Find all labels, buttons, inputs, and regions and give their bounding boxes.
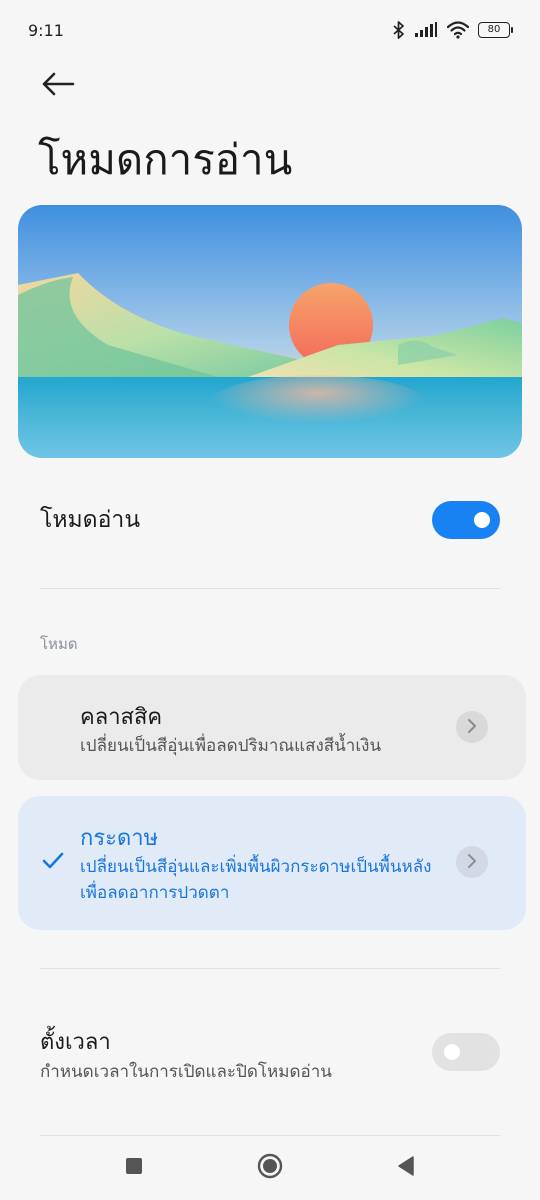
back-arrow-icon [41,72,75,100]
home-circle-icon [257,1153,283,1183]
checkmark-icon [42,852,64,874]
back-button[interactable] [34,66,82,106]
reading-mode-label: โหมดอ่าน [40,507,141,533]
mode-card-title: คลาสสิค [80,705,163,730]
hero-illustration [18,205,522,458]
status-time: 9:11 [28,20,64,40]
home-button[interactable] [250,1148,290,1188]
nav-back-button[interactable] [386,1148,426,1188]
schedule-row[interactable]: ตั้งเวลา กำหนดเวลาในการเปิดและปิดโหมดอ่า… [0,1022,540,1084]
schedule-description: กำหนดเวลาในการเปิดและปิดโหมดอ่าน [40,1062,332,1082]
mode-card-description: เปลี่ยนเป็นสีอุ่นเพื่อลดปริมาณแสงสีน้ำเง… [80,736,382,756]
paper-settings-button[interactable] [456,846,488,878]
chevron-right-icon [467,718,477,737]
mode-card-classic[interactable]: คลาสสิค เปลี่ยนเป็นสีอุ่นเพื่อลดปริมาณแส… [18,675,526,780]
toggle-knob [474,512,490,528]
recents-square-icon [125,1157,143,1179]
recents-button[interactable] [114,1148,154,1188]
mode-card-paper[interactable]: กระดาษ เปลี่ยนเป็นสีอุ่นและเพิ่มพื้นผิวก… [18,796,526,930]
back-triangle-icon [397,1155,415,1180]
toggle-knob [444,1044,460,1060]
page-title: โหมดการอ่าน [38,135,293,184]
schedule-label: ตั้งเวลา [40,1030,111,1055]
mode-card-description: เปลี่ยนเป็นสีอุ่นและเพิ่มพื้นผิวกระดาษเป… [80,857,432,903]
bluetooth-icon [393,21,405,39]
mode-card-title: กระดาษ [80,826,159,851]
wifi-icon [447,21,469,39]
divider [40,968,500,969]
divider [40,588,500,589]
status-icons: 80 [393,21,513,39]
reading-mode-toggle[interactable] [432,501,500,539]
battery-icon: 80 [478,22,513,38]
modes-section-label: โหมด [40,635,78,653]
chevron-right-icon [467,853,477,872]
status-bar: 9:11 80 [0,0,540,60]
signal-icon [414,22,438,38]
schedule-toggle[interactable] [432,1033,500,1071]
classic-settings-button[interactable] [456,711,488,743]
reading-mode-row[interactable]: โหมดอ่าน [0,490,540,550]
navigation-bar [0,1135,540,1200]
